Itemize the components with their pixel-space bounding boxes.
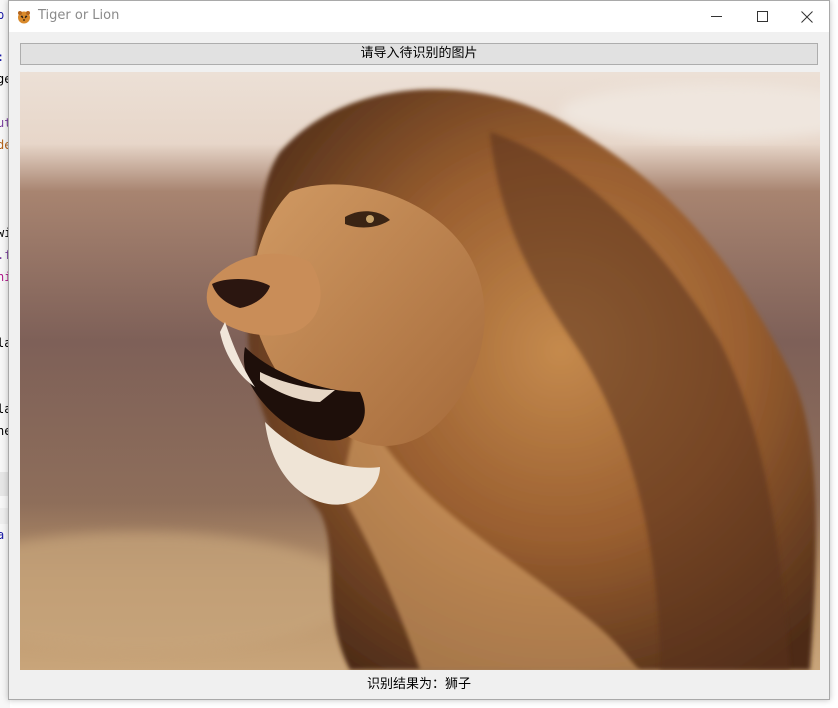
lion-photo bbox=[20, 72, 820, 670]
close-button[interactable] bbox=[784, 1, 830, 32]
minimize-button[interactable] bbox=[693, 1, 739, 32]
result-label: 识别结果为：狮子 bbox=[366, 677, 471, 692]
close-icon bbox=[801, 10, 813, 23]
maximize-button[interactable] bbox=[739, 1, 785, 32]
window-title: Tiger or Lion bbox=[38, 8, 120, 23]
title-bar[interactable]: Tiger or Lion bbox=[9, 1, 829, 32]
minimize-icon bbox=[710, 11, 722, 22]
import-image-button[interactable]: 请导入待识别的图片 bbox=[20, 43, 818, 65]
app-window: Tiger or Lion 请导入待识别的图片 识别结果为：狮子 bbox=[8, 0, 830, 700]
maximize-icon bbox=[756, 11, 768, 22]
tiger-app-icon bbox=[17, 9, 31, 24]
